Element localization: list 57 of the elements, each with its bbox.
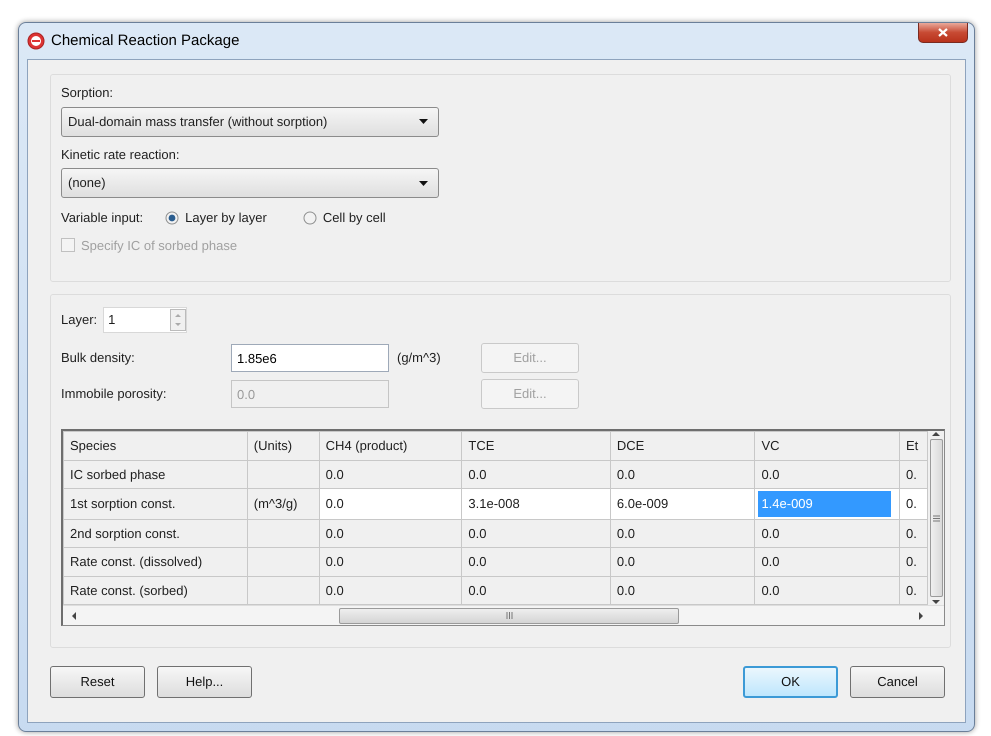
kinetic-rate-dropdown[interactable]: (none) [61,168,439,198]
units-label: (g/m^3) [396,349,442,368]
close-button[interactable] [918,23,968,43]
table-cell: 0.0 [462,548,610,576]
table-cell: 0.0 [754,519,900,548]
field-label: Bulk density: [61,349,136,368]
column-header[interactable]: (Units) [247,432,320,460]
table-cell: 0.0 [610,519,755,548]
horizontal-scrollbar[interactable] [63,605,944,626]
caret-icon [419,178,428,188]
radio-icon[interactable] [302,210,317,225]
dialog-button[interactable]: Cancel [850,666,945,698]
table-cell: 0.0 [319,488,462,520]
column-header[interactable]: VC [754,432,900,460]
column-header[interactable]: DCE [610,432,755,460]
table-cell: (m^3/g) [247,488,320,520]
layer-spinner[interactable]: 1 [103,307,188,333]
vertical-scrollbar[interactable] [928,431,944,606]
table-cell: 0.0 [462,519,610,548]
dialog-button[interactable]: Help... [157,666,252,698]
scroll-right-icon[interactable] [918,612,924,620]
table-cell: 3.1e-008 [462,488,610,520]
table-cell: 6.0e-009 [610,488,755,520]
field-label: Sorption: [61,84,114,102]
caret-icon [419,117,428,126]
grip-icon [932,514,940,522]
app-icon [27,32,45,50]
close-icon [938,28,948,37]
field-label: Immobile porosity: [61,385,168,404]
spin-arrows-icon [170,309,186,331]
table-cell: 0.0 [754,548,900,576]
table-cell: 0. [900,488,928,520]
column-header[interactable]: CH4 (product) [319,432,462,460]
row-header[interactable]: IC sorbed phase [64,460,248,489]
grip-icon [506,612,512,620]
radio-icon[interactable] [165,210,180,225]
table-cell: 0.0 [610,548,755,576]
field-label: Layer: [61,311,98,330]
column-header[interactable]: Species [64,432,248,460]
dialog-button[interactable]: OK [743,666,838,698]
density-field[interactable]: 1.85e6 [231,344,389,372]
scroll-up-icon[interactable] [932,431,940,437]
table-cell: 0.0 [319,519,462,548]
table-cell: 0.0 [319,548,462,576]
row-header[interactable]: Rate const. (dissolved) [64,548,248,576]
sorption-dropdown[interactable]: Dual-domain mass transfer (without sorption) [61,106,439,136]
field-label: Variable input: [61,209,144,227]
field-label: Kinetic rate reaction: [61,146,181,164]
window-title: Chemical Reaction Package [51,30,240,51]
radio-option[interactable]: Cell by cell [302,208,386,228]
column-header[interactable]: TCE [462,432,610,460]
radio-option[interactable]: Layer by layer [165,208,267,228]
row-header[interactable]: 1st sorption const. [64,488,248,520]
table-cell: 1.4e-009 [754,488,900,520]
scroll-left-icon[interactable] [71,612,77,620]
row-header[interactable]: 2nd sorption const. [64,519,248,548]
dialog-button[interactable]: Reset [50,666,145,698]
